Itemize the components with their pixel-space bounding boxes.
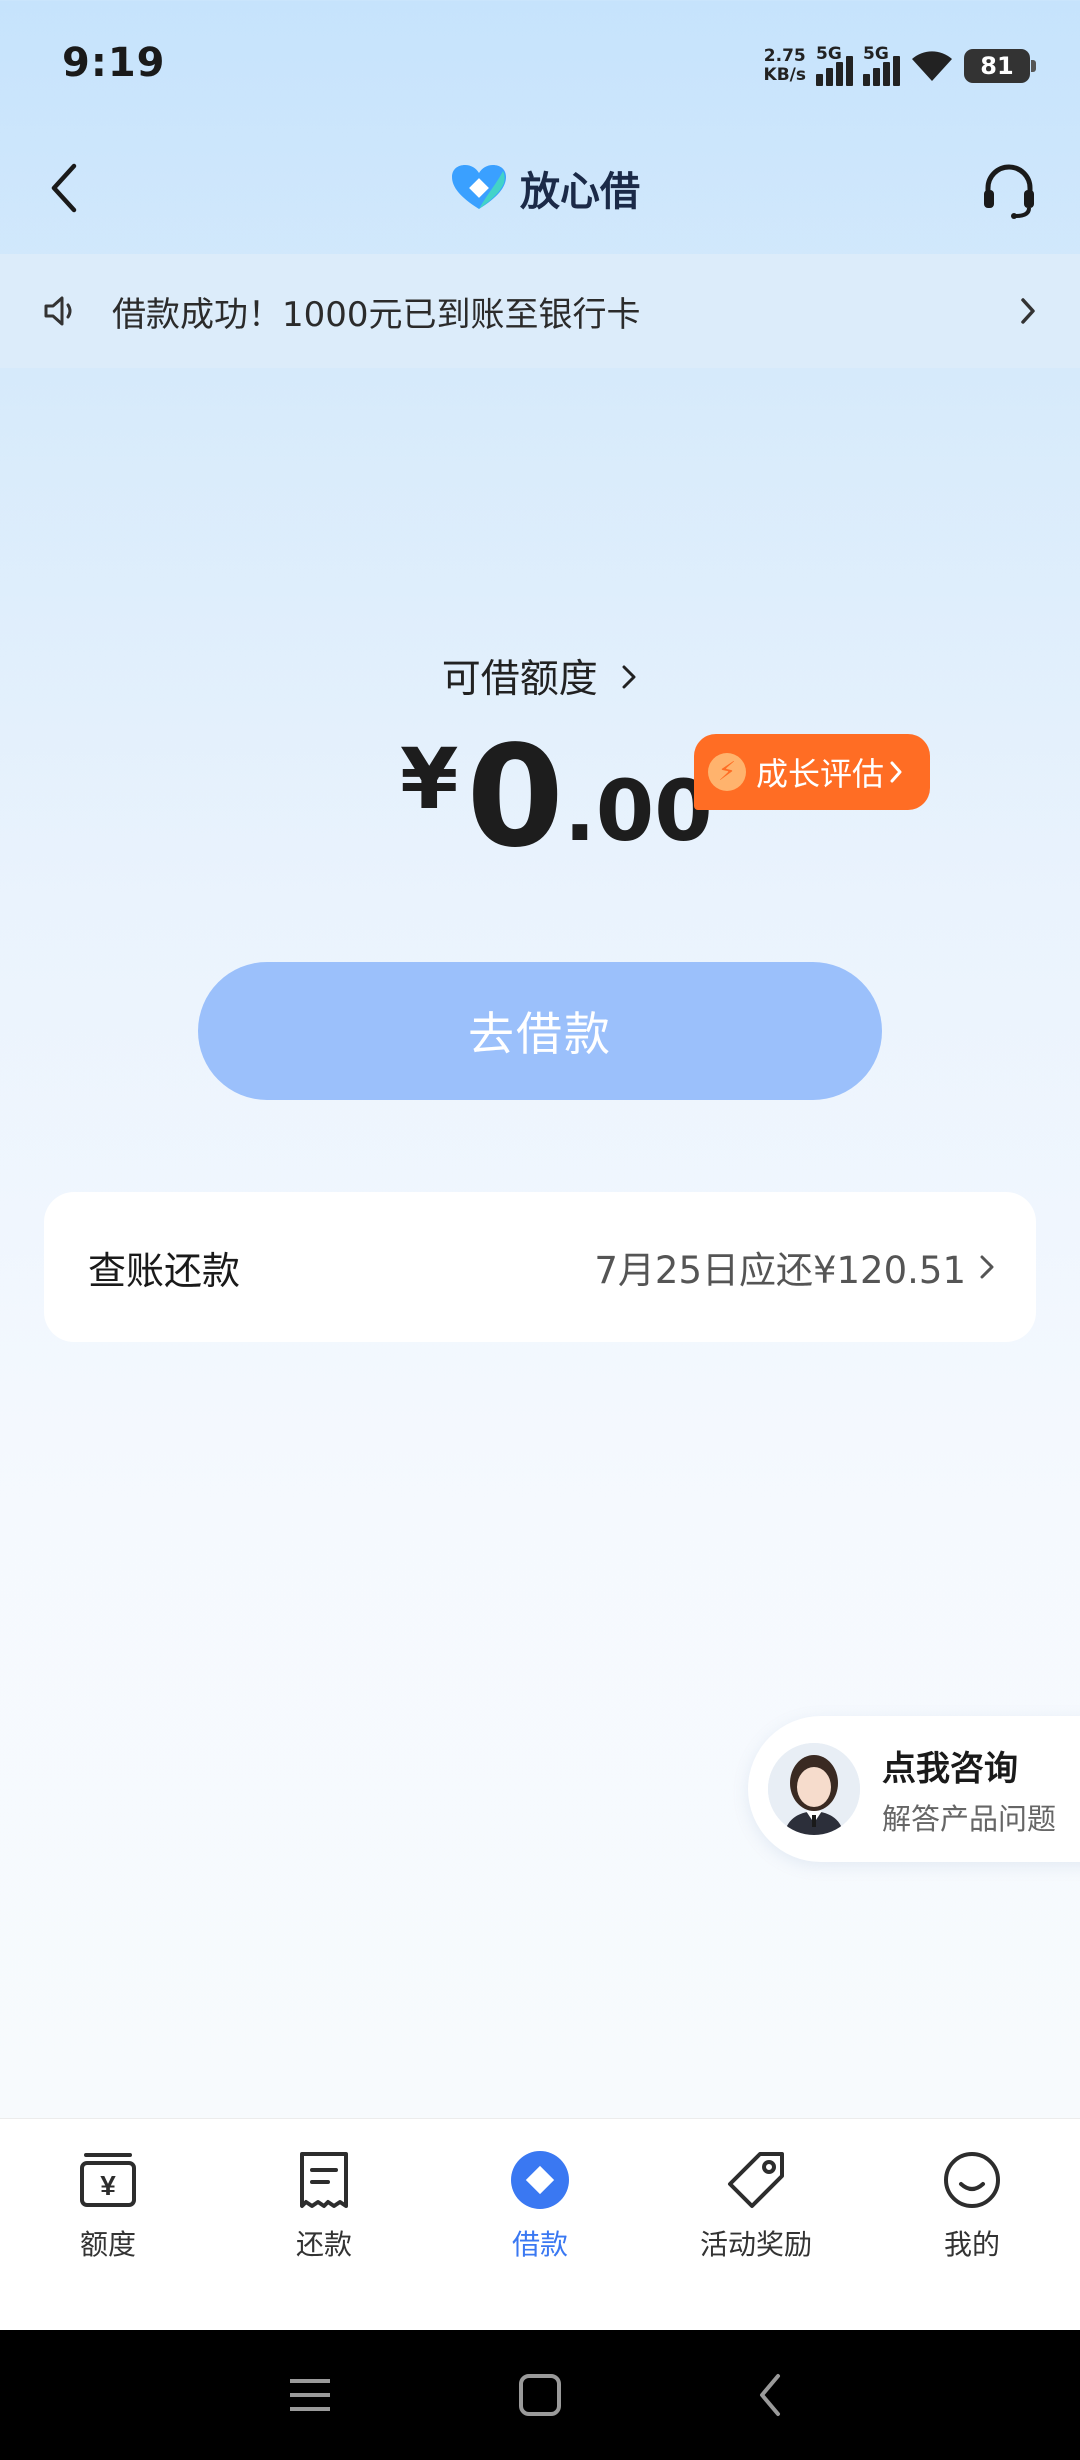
back-button[interactable] (36, 150, 92, 226)
chevron-right-icon (1021, 298, 1035, 324)
bottom-nav: ¥ 额度 还款 借款 活动奖励 我的 (0, 2118, 1080, 2330)
chevron-right-icon (980, 1255, 994, 1279)
battery-icon: 81 (964, 49, 1036, 83)
amount-integer: 0 (466, 716, 564, 879)
notice-text: 借款成功！1000元已到账至银行卡 (112, 294, 641, 335)
nav-item-borrow[interactable]: 借款 (440, 2149, 640, 2330)
credit-amount: ¥ 0 .00 (400, 728, 713, 868)
repay-title: 查账还款 (88, 1248, 241, 1293)
quota-icon: ¥ (77, 2149, 139, 2211)
network-speed: 2.75 KB/s (763, 46, 806, 85)
menu-button[interactable] (195, 2345, 425, 2445)
home-button[interactable] (425, 2345, 655, 2445)
status-icons: 2.75 KB/s 5G 5G 81 (763, 38, 1036, 94)
nav-item-mine[interactable]: 我的 (872, 2149, 1072, 2330)
chevron-left-icon (760, 2374, 780, 2416)
wifi-icon (912, 51, 952, 81)
available-credit-label[interactable]: 可借额度 (0, 648, 1080, 704)
status-time: 9:19 (62, 40, 166, 86)
growth-assessment-badge[interactable]: ⚡ 成长评估 (694, 734, 930, 810)
headset-icon (984, 164, 1034, 219)
consult-widget[interactable]: 点我咨询 解答产品问题 (748, 1716, 1080, 1862)
nav-item-rewards[interactable]: 活动奖励 (656, 2149, 856, 2330)
svg-text:¥: ¥ (100, 2170, 116, 2201)
nav-item-quota[interactable]: ¥ 额度 (8, 2149, 208, 2330)
repay-card[interactable]: 查账还款 7月25日应还¥120.51 (44, 1192, 1036, 1342)
speaker-icon (44, 296, 72, 326)
borrow-button[interactable]: 去借款 (198, 962, 882, 1100)
amount-decimal: .00 (563, 762, 713, 860)
repay-due: 7月25日应还¥120.51 (594, 1240, 996, 1294)
repay-icon (293, 2149, 355, 2211)
lightning-icon: ⚡ (708, 753, 746, 791)
chevron-right-icon (890, 761, 902, 783)
currency-symbol: ¥ (400, 730, 459, 828)
agent-avatar (768, 1743, 860, 1835)
chevron-left-icon (51, 163, 77, 213)
smile-icon (941, 2149, 1003, 2211)
notice-bar[interactable]: 借款成功！1000元已到账至银行卡 (0, 254, 1080, 368)
nav-item-repay[interactable]: 还款 (224, 2149, 424, 2330)
customer-service-button[interactable] (974, 156, 1044, 226)
tag-icon (725, 2149, 787, 2211)
chevron-right-icon (620, 657, 638, 702)
brand-name: 放心借 (520, 169, 640, 215)
system-back-button[interactable] (655, 2345, 885, 2445)
consult-subtitle: 解答产品问题 (882, 1801, 1057, 1836)
signal-icon-2: 5G (863, 44, 900, 86)
system-nav-bar (0, 2330, 1080, 2460)
signal-icon: 5G (816, 44, 853, 86)
consult-title: 点我咨询 (882, 1748, 1018, 1789)
brand: 放心借 (450, 158, 640, 218)
menu-icon (290, 2379, 330, 2411)
square-icon (519, 2374, 561, 2416)
borrow-icon (509, 2149, 571, 2211)
brand-logo-icon (452, 165, 506, 209)
